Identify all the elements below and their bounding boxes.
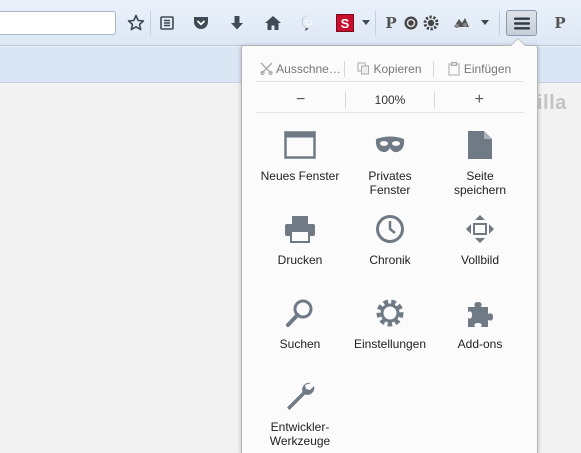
menu-item-print[interactable]: Drucken: [254, 212, 346, 267]
clock-icon: [373, 212, 407, 246]
url-input[interactable]: [0, 11, 116, 35]
menu-item-label: Vollbild: [460, 253, 500, 267]
magnifier-icon: [283, 296, 317, 330]
menu-item-settings[interactable]: Einstellungen: [344, 296, 436, 351]
hamburger-menu-icon[interactable]: [506, 10, 537, 36]
bug-addon-icon[interactable]: [450, 12, 472, 34]
menu-item-history[interactable]: Chronik: [344, 212, 436, 267]
page-icon: [463, 128, 497, 162]
p-addon-icon[interactable]: P: [549, 12, 571, 34]
cut-button[interactable]: Ausschne…: [256, 58, 344, 80]
home-icon[interactable]: [262, 12, 284, 34]
menu-item-search[interactable]: Suchen: [254, 296, 346, 351]
s-addon-icon[interactable]: S: [334, 12, 356, 34]
menu-item-label: Einstellungen: [353, 337, 427, 351]
scissors-icon: [259, 62, 273, 76]
gear-addon-icon[interactable]: [420, 12, 442, 34]
smiley-icon[interactable]: [298, 12, 320, 34]
menu-item-fullscreen[interactable]: Vollbild: [434, 212, 526, 267]
copy-icon: [356, 62, 370, 76]
menu-item-label: Suchen: [279, 337, 321, 351]
p-addon-icon[interactable]: P: [380, 12, 402, 34]
zoom-controls: − 100% +: [256, 87, 524, 113]
fullscreen-icon: [463, 212, 497, 246]
pocket-icon[interactable]: [190, 12, 212, 34]
paste-label: Einfügen: [463, 61, 512, 76]
panel-arrow-fill: [511, 39, 525, 46]
menu-item-addons[interactable]: Add-ons: [434, 296, 526, 351]
window-icon: [283, 128, 317, 162]
menu-item-save-page[interactable]: Seite speichern: [434, 128, 526, 197]
menu-item-private-window[interactable]: Privates Fenster: [344, 128, 436, 197]
cut-label: Ausschne…: [276, 61, 341, 76]
menu-item-new-window[interactable]: Neues Fenster: [254, 128, 346, 183]
background-brand-text: illa: [537, 92, 567, 114]
zoom-out-button[interactable]: −: [256, 91, 345, 109]
reading-list-icon[interactable]: [156, 12, 178, 34]
menu-item-label: Privates Fenster: [368, 169, 412, 197]
printer-icon: [283, 212, 317, 246]
gear-icon: [373, 296, 407, 330]
navigation-toolbar: S P P: [0, 0, 581, 46]
clipboard-icon: [447, 61, 461, 76]
puzzle-icon: [463, 296, 497, 330]
zoom-reset-button[interactable]: 100%: [346, 93, 433, 107]
menu-item-label: Neues Fenster: [260, 169, 340, 183]
zoom-in-button[interactable]: +: [435, 91, 524, 109]
wrench-icon: [283, 379, 317, 413]
menu-item-label: Seite speichern: [453, 169, 507, 197]
paste-button[interactable]: Einfügen: [434, 58, 524, 80]
download-icon[interactable]: [226, 12, 248, 34]
main-menu-panel: Ausschne… Kopieren Einfügen − 100% + Neu…: [241, 45, 538, 453]
menu-item-label: Entwickler- Werkzeuge: [269, 420, 331, 448]
edit-controls: Ausschne… Kopieren Einfügen: [256, 56, 524, 82]
copy-label: Kopieren: [373, 61, 422, 76]
refresh-addon-icon[interactable]: [400, 12, 422, 34]
menu-item-label: Add-ons: [457, 337, 503, 351]
dropdown-icon[interactable]: [478, 12, 492, 34]
menu-item-label: Chronik: [369, 253, 411, 267]
copy-button[interactable]: Kopieren: [345, 58, 433, 80]
star-icon[interactable]: [125, 12, 147, 34]
mask-icon: [373, 128, 407, 162]
dropdown-icon[interactable]: [359, 12, 373, 34]
menu-item-label: Drucken: [277, 253, 323, 267]
menu-item-developer-tools[interactable]: Entwickler- Werkzeuge: [254, 379, 346, 448]
